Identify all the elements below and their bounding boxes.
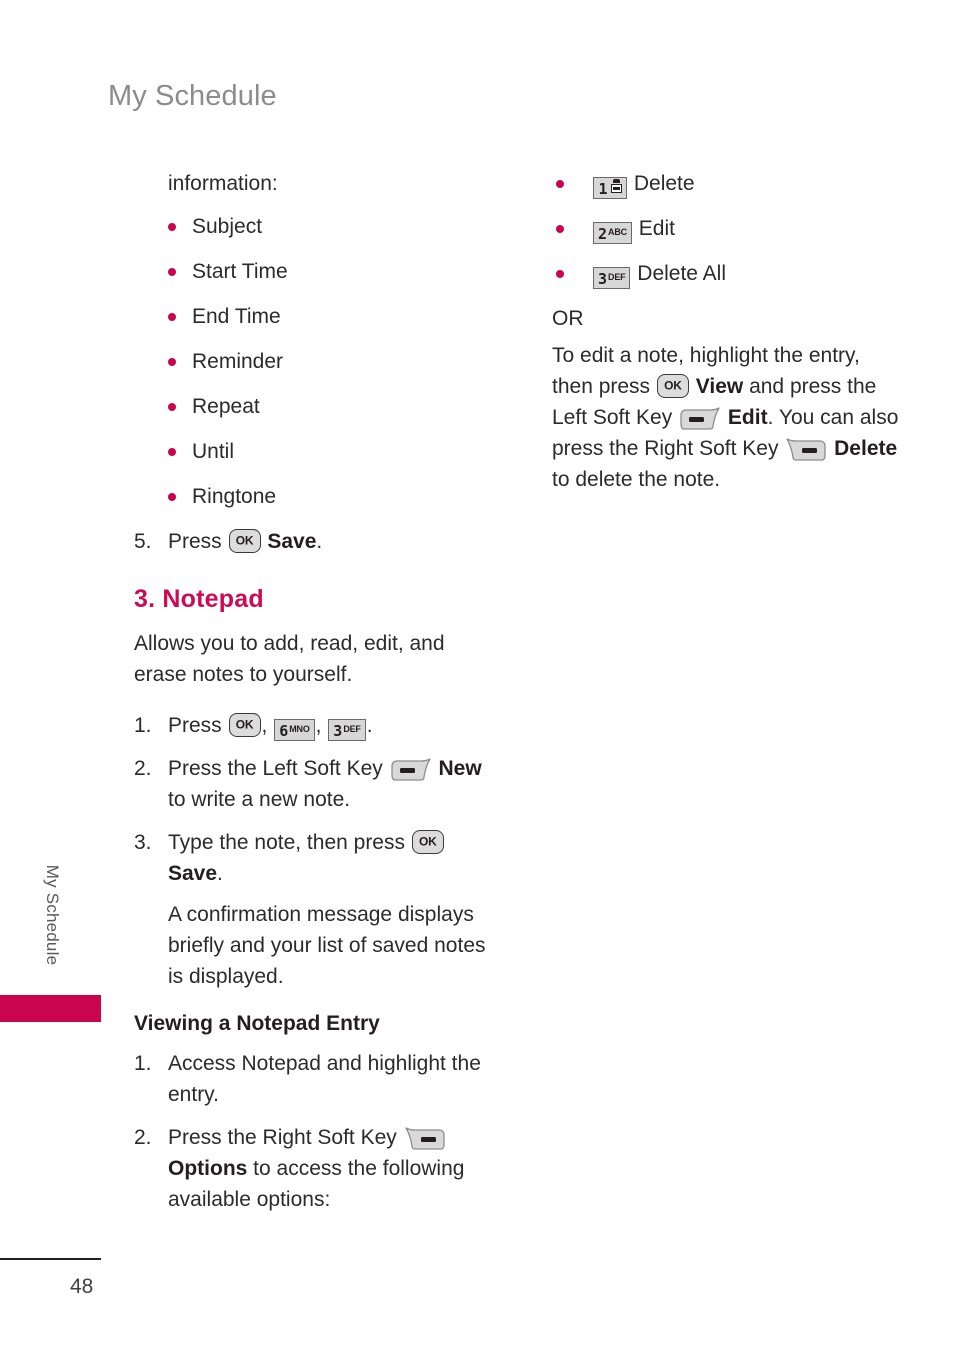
or-text: OR	[552, 307, 584, 330]
ok-key-icon	[228, 529, 261, 553]
bullet-dot-icon	[168, 403, 176, 411]
list-item: 1. Press , 6MNO, 3DEF.	[134, 710, 486, 741]
list-item: Until	[134, 436, 486, 467]
step-number: 2.	[134, 1126, 152, 1149]
right-column: 1 Delete 2ABC Edit 3DEF Delete All OR To…	[552, 168, 904, 506]
step-bold-label: Options	[168, 1157, 248, 1180]
keypad-digit: 1	[598, 180, 608, 198]
list-item: Start Time	[134, 256, 486, 287]
step-bold-label: New	[438, 757, 482, 780]
bullet-dot-icon	[168, 493, 176, 501]
subsection-heading-viewing-entry: Viewing a Notepad Entry	[134, 1012, 380, 1035]
step-bold-label: Save	[267, 530, 317, 553]
right-soft-key-icon	[404, 1127, 445, 1151]
left-soft-key-icon	[680, 407, 720, 431]
chapter-side-label: My Schedule	[43, 864, 62, 966]
list-item: 3. Type the note, then press Save. A con…	[134, 827, 486, 992]
list-item: 5. Press Save.	[134, 526, 486, 557]
list-item-label: Start Time	[192, 260, 288, 283]
bullet-dot-icon	[556, 180, 564, 188]
list-item-label: Subject	[192, 215, 263, 238]
list-item-label: End Time	[192, 305, 281, 328]
ok-key-icon	[656, 374, 689, 398]
keypad-digit: 3	[598, 270, 608, 288]
bullet-dot-icon	[556, 225, 564, 233]
section-heading-notepad: 3. Notepad	[134, 585, 264, 613]
keypad-2-abc-icon: 2ABC	[593, 222, 632, 244]
list-item-label: Ringtone	[192, 485, 277, 508]
bullet-dot-icon	[168, 358, 176, 366]
keypad-digit: 2	[598, 225, 608, 243]
keypad-letters: DEF	[608, 272, 626, 282]
list-item: 3DEF Delete All	[552, 258, 904, 289]
left-soft-key-icon	[390, 758, 431, 782]
list-item: 1. Access Notepad and highlight the entr…	[134, 1048, 486, 1110]
list-item: End Time	[134, 301, 486, 332]
edit-note-text-4: to delete the note.	[552, 468, 721, 491]
right-soft-key-icon	[786, 438, 826, 462]
notepad-options-bullet-list: 1 Delete 2ABC Edit 3DEF Delete All	[552, 168, 904, 289]
edit-bold-label: Edit	[727, 406, 768, 429]
chapter-tab-marker	[0, 995, 101, 1022]
ok-key-icon	[228, 713, 261, 737]
step-5-list: 5. Press Save.	[134, 526, 486, 557]
step-text-pre: Press	[168, 714, 228, 737]
step-text-post: .	[366, 714, 373, 737]
step-text-pre: Press	[168, 530, 228, 553]
bullet-dot-icon	[168, 313, 176, 321]
keypad-6-mno-icon: 6MNO	[274, 719, 315, 741]
step-sub-text: A confirmation message displays briefly …	[168, 903, 486, 988]
step-text-post: .	[217, 862, 223, 885]
step-text: Access Notepad and highlight the entry.	[168, 1052, 481, 1106]
option-label: Delete	[633, 172, 695, 195]
list-item: 2ABC Edit	[552, 213, 904, 244]
list-item-label: Until	[192, 440, 235, 463]
step-number: 1.	[134, 1052, 152, 1075]
edit-note-paragraph: To edit a note, highlight the entry, the…	[552, 340, 904, 495]
step-bold-label: Save	[168, 862, 218, 885]
step-number: 3.	[134, 831, 152, 854]
ok-key-icon	[411, 830, 444, 854]
step-text-post: .	[316, 530, 323, 553]
footer-divider	[0, 1258, 101, 1260]
option-label: Edit	[638, 217, 675, 240]
bullet-dot-icon	[168, 268, 176, 276]
list-item-label: Reminder	[192, 350, 284, 373]
step-text-post: to write a new note.	[168, 788, 351, 811]
list-item: Repeat	[134, 391, 486, 422]
step-text-pre: Press the Right Soft Key	[168, 1126, 403, 1149]
list-item: Subject	[134, 211, 486, 242]
bullet-dot-icon	[556, 270, 564, 278]
left-column: information: Subject Start Time End Time…	[134, 168, 486, 1227]
step-number: 1.	[134, 714, 152, 737]
list-item: 2. Press the Right Soft Key Options to a…	[134, 1122, 486, 1215]
lead-in-text: information:	[168, 172, 278, 195]
page-number: 48	[70, 1275, 94, 1298]
keypad-1-voicemail-icon: 1	[593, 177, 627, 199]
bullet-dot-icon	[168, 448, 176, 456]
event-field-bullet-list: Subject Start Time End Time Reminder Rep…	[134, 211, 486, 512]
notepad-steps-list: 1. Press , 6MNO, 3DEF. 2. Press the Left…	[134, 710, 486, 992]
list-item: Reminder	[134, 346, 486, 377]
keypad-3-def-icon: 3DEF	[328, 719, 366, 741]
step-number: 5.	[134, 530, 152, 553]
list-item: Ringtone	[134, 481, 486, 512]
list-item: 2. Press the Left Soft Key New to write …	[134, 753, 486, 815]
notepad-intro-text: Allows you to add, read, edit, and erase…	[134, 632, 445, 686]
step-text-pre: Press the Left Soft Key	[168, 757, 389, 780]
list-item-label: Repeat	[192, 395, 260, 418]
viewing-entry-steps-list: 1. Access Notepad and highlight the entr…	[134, 1048, 486, 1215]
list-item: 1 Delete	[552, 168, 904, 199]
bullet-dot-icon	[168, 223, 176, 231]
delete-bold-label: Delete	[834, 437, 898, 460]
page-title: My Schedule	[108, 80, 277, 112]
step-text-pre: Type the note, then press	[168, 831, 411, 854]
voicemail-glyph-icon	[610, 179, 622, 193]
keypad-letters: ABC	[608, 227, 627, 237]
keypad-3-def-icon: 3DEF	[593, 267, 631, 289]
step-number: 2.	[134, 757, 152, 780]
option-label: Delete All	[637, 262, 726, 285]
view-bold-label: View	[695, 375, 744, 398]
